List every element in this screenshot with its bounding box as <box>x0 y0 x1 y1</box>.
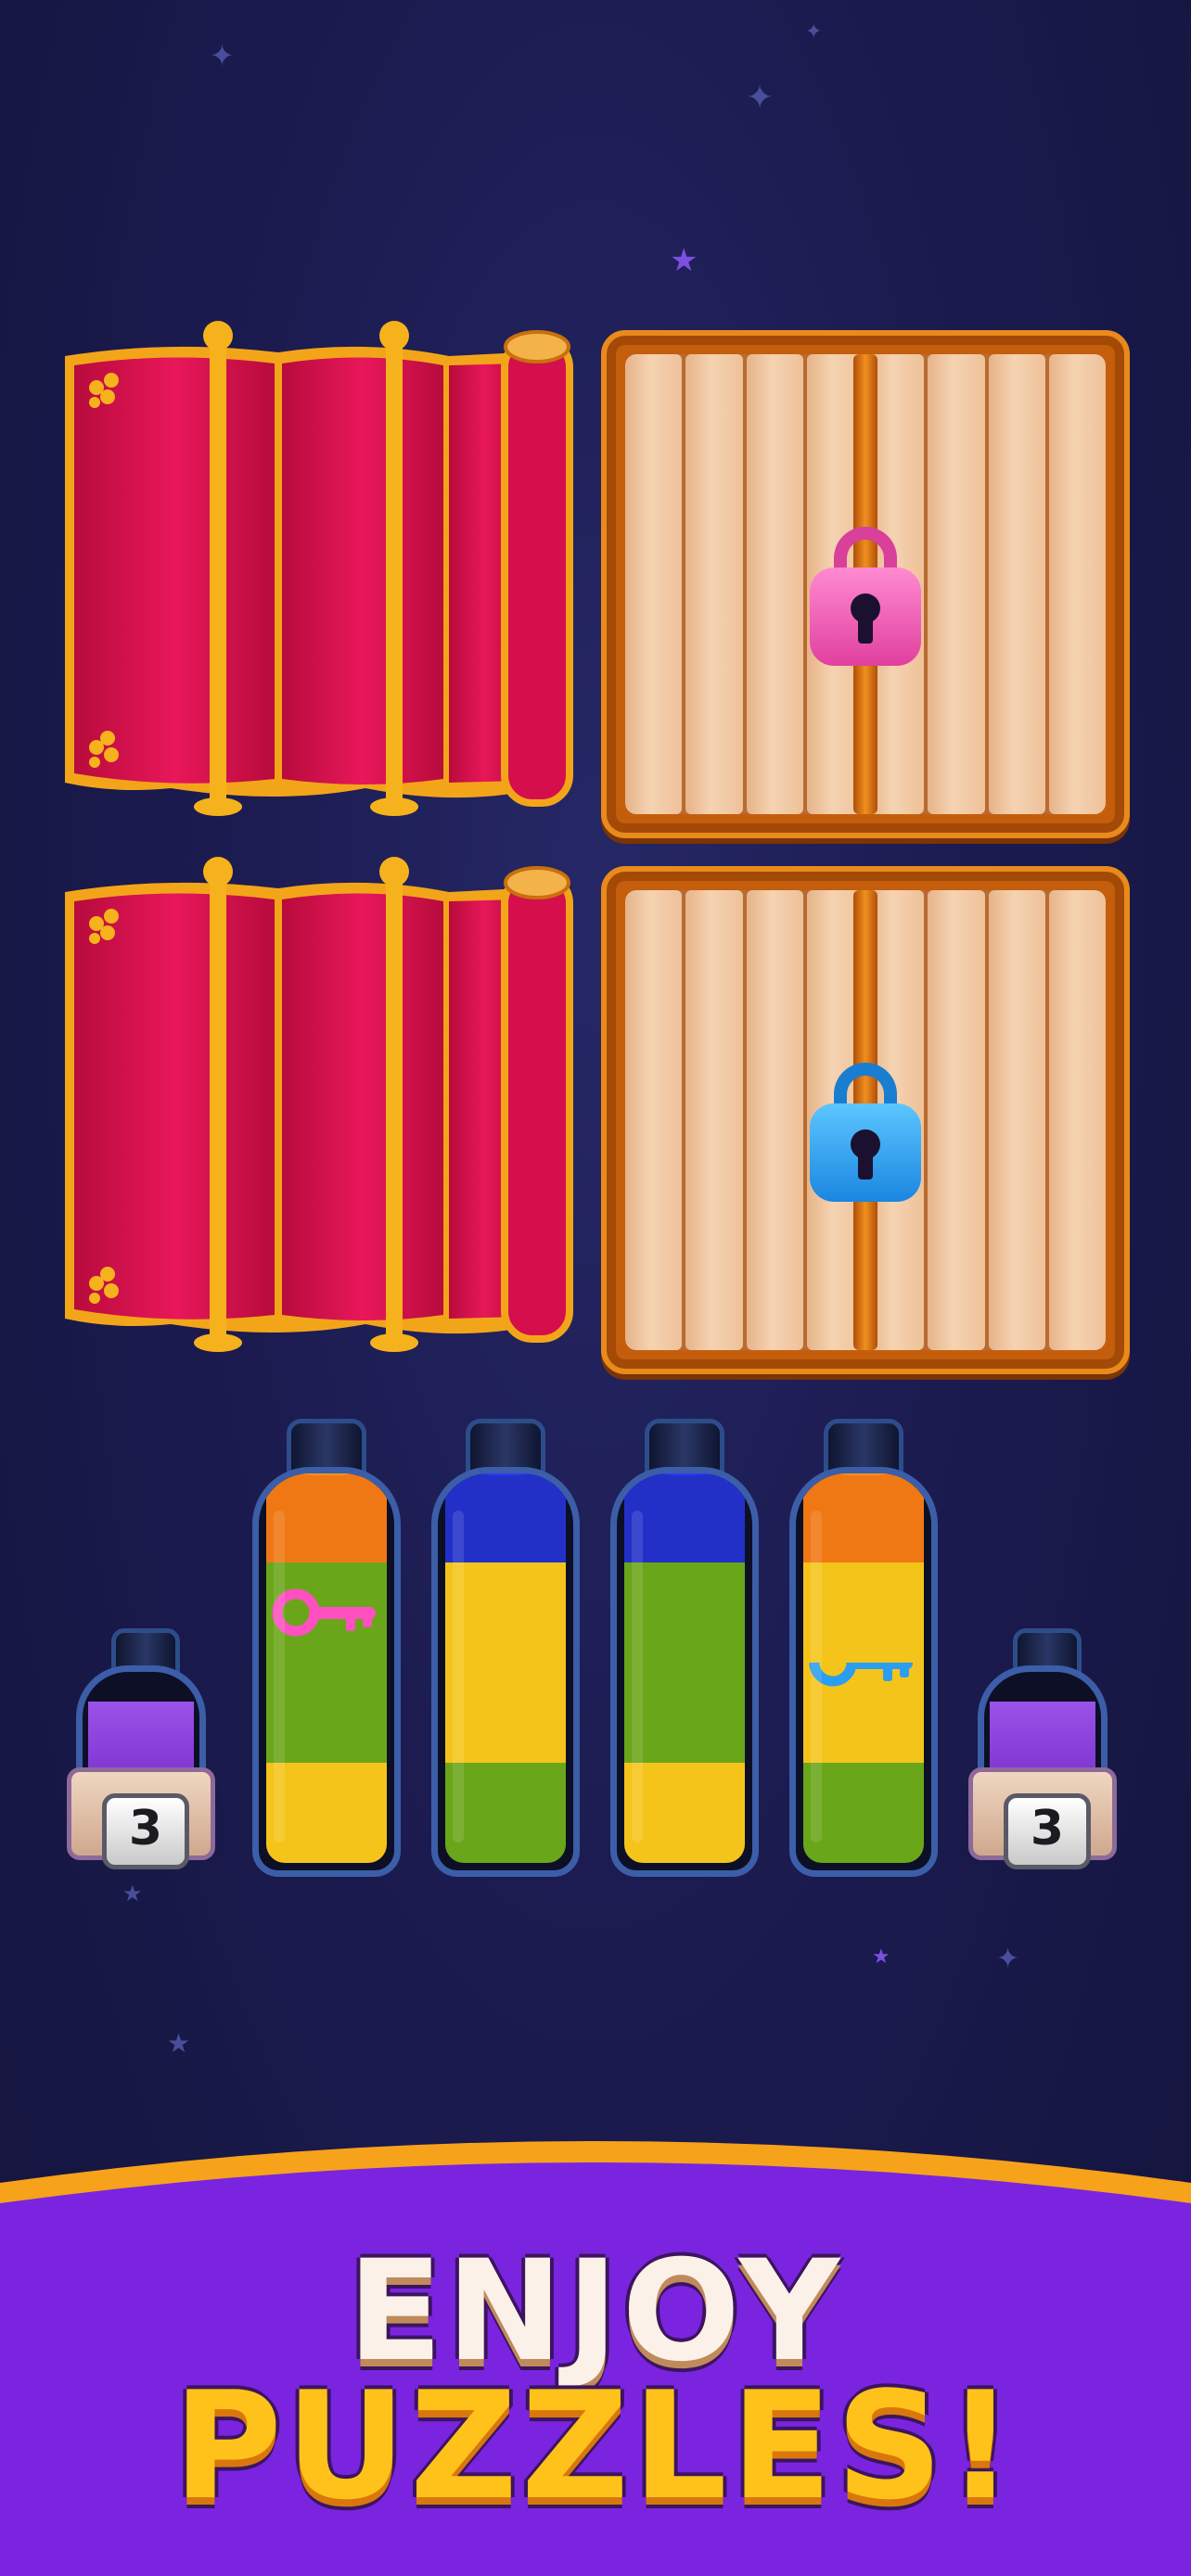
star-icon: ✦ <box>746 79 775 117</box>
pink-padlock-icon <box>810 527 921 666</box>
bottle-glass <box>789 1467 938 1877</box>
star-icon: ✦ <box>996 1943 1020 1975</box>
small-bottle-right[interactable]: 3 <box>968 1628 1117 1869</box>
bottle-glass <box>610 1467 759 1877</box>
title-line-2: PUZZLES! <box>173 2359 1018 2532</box>
bottle-glass <box>431 1467 580 1877</box>
blue-padlock-icon <box>810 1063 921 1202</box>
star-icon: ★ <box>872 1945 890 1969</box>
tube-2[interactable] <box>431 1419 580 1877</box>
curtain-icon <box>65 321 573 816</box>
bottle-glass <box>252 1467 401 1877</box>
curtain-tile-2[interactable] <box>59 855 575 1352</box>
star-icon: ✦ <box>210 38 235 73</box>
small-bottle-left[interactable]: 3 <box>67 1628 215 1869</box>
locked-panel-blue[interactable] <box>601 866 1130 1374</box>
curtain-icon <box>65 857 573 1352</box>
remaining-count-badge: 3 <box>1004 1793 1091 1869</box>
star-icon: ✦ <box>805 20 823 44</box>
remaining-count-badge: 3 <box>102 1793 189 1869</box>
tube-1[interactable] <box>252 1419 401 1877</box>
locked-panel-pink[interactable] <box>601 330 1130 838</box>
star-icon: ★ <box>670 242 698 279</box>
pink-key-icon <box>272 1588 376 1637</box>
tube-4[interactable] <box>789 1419 938 1877</box>
star-icon: ★ <box>167 2028 191 2059</box>
curtain-tile-1[interactable] <box>59 319 575 816</box>
star-icon: ★ <box>122 1881 143 1906</box>
tube-3[interactable] <box>610 1419 759 1877</box>
